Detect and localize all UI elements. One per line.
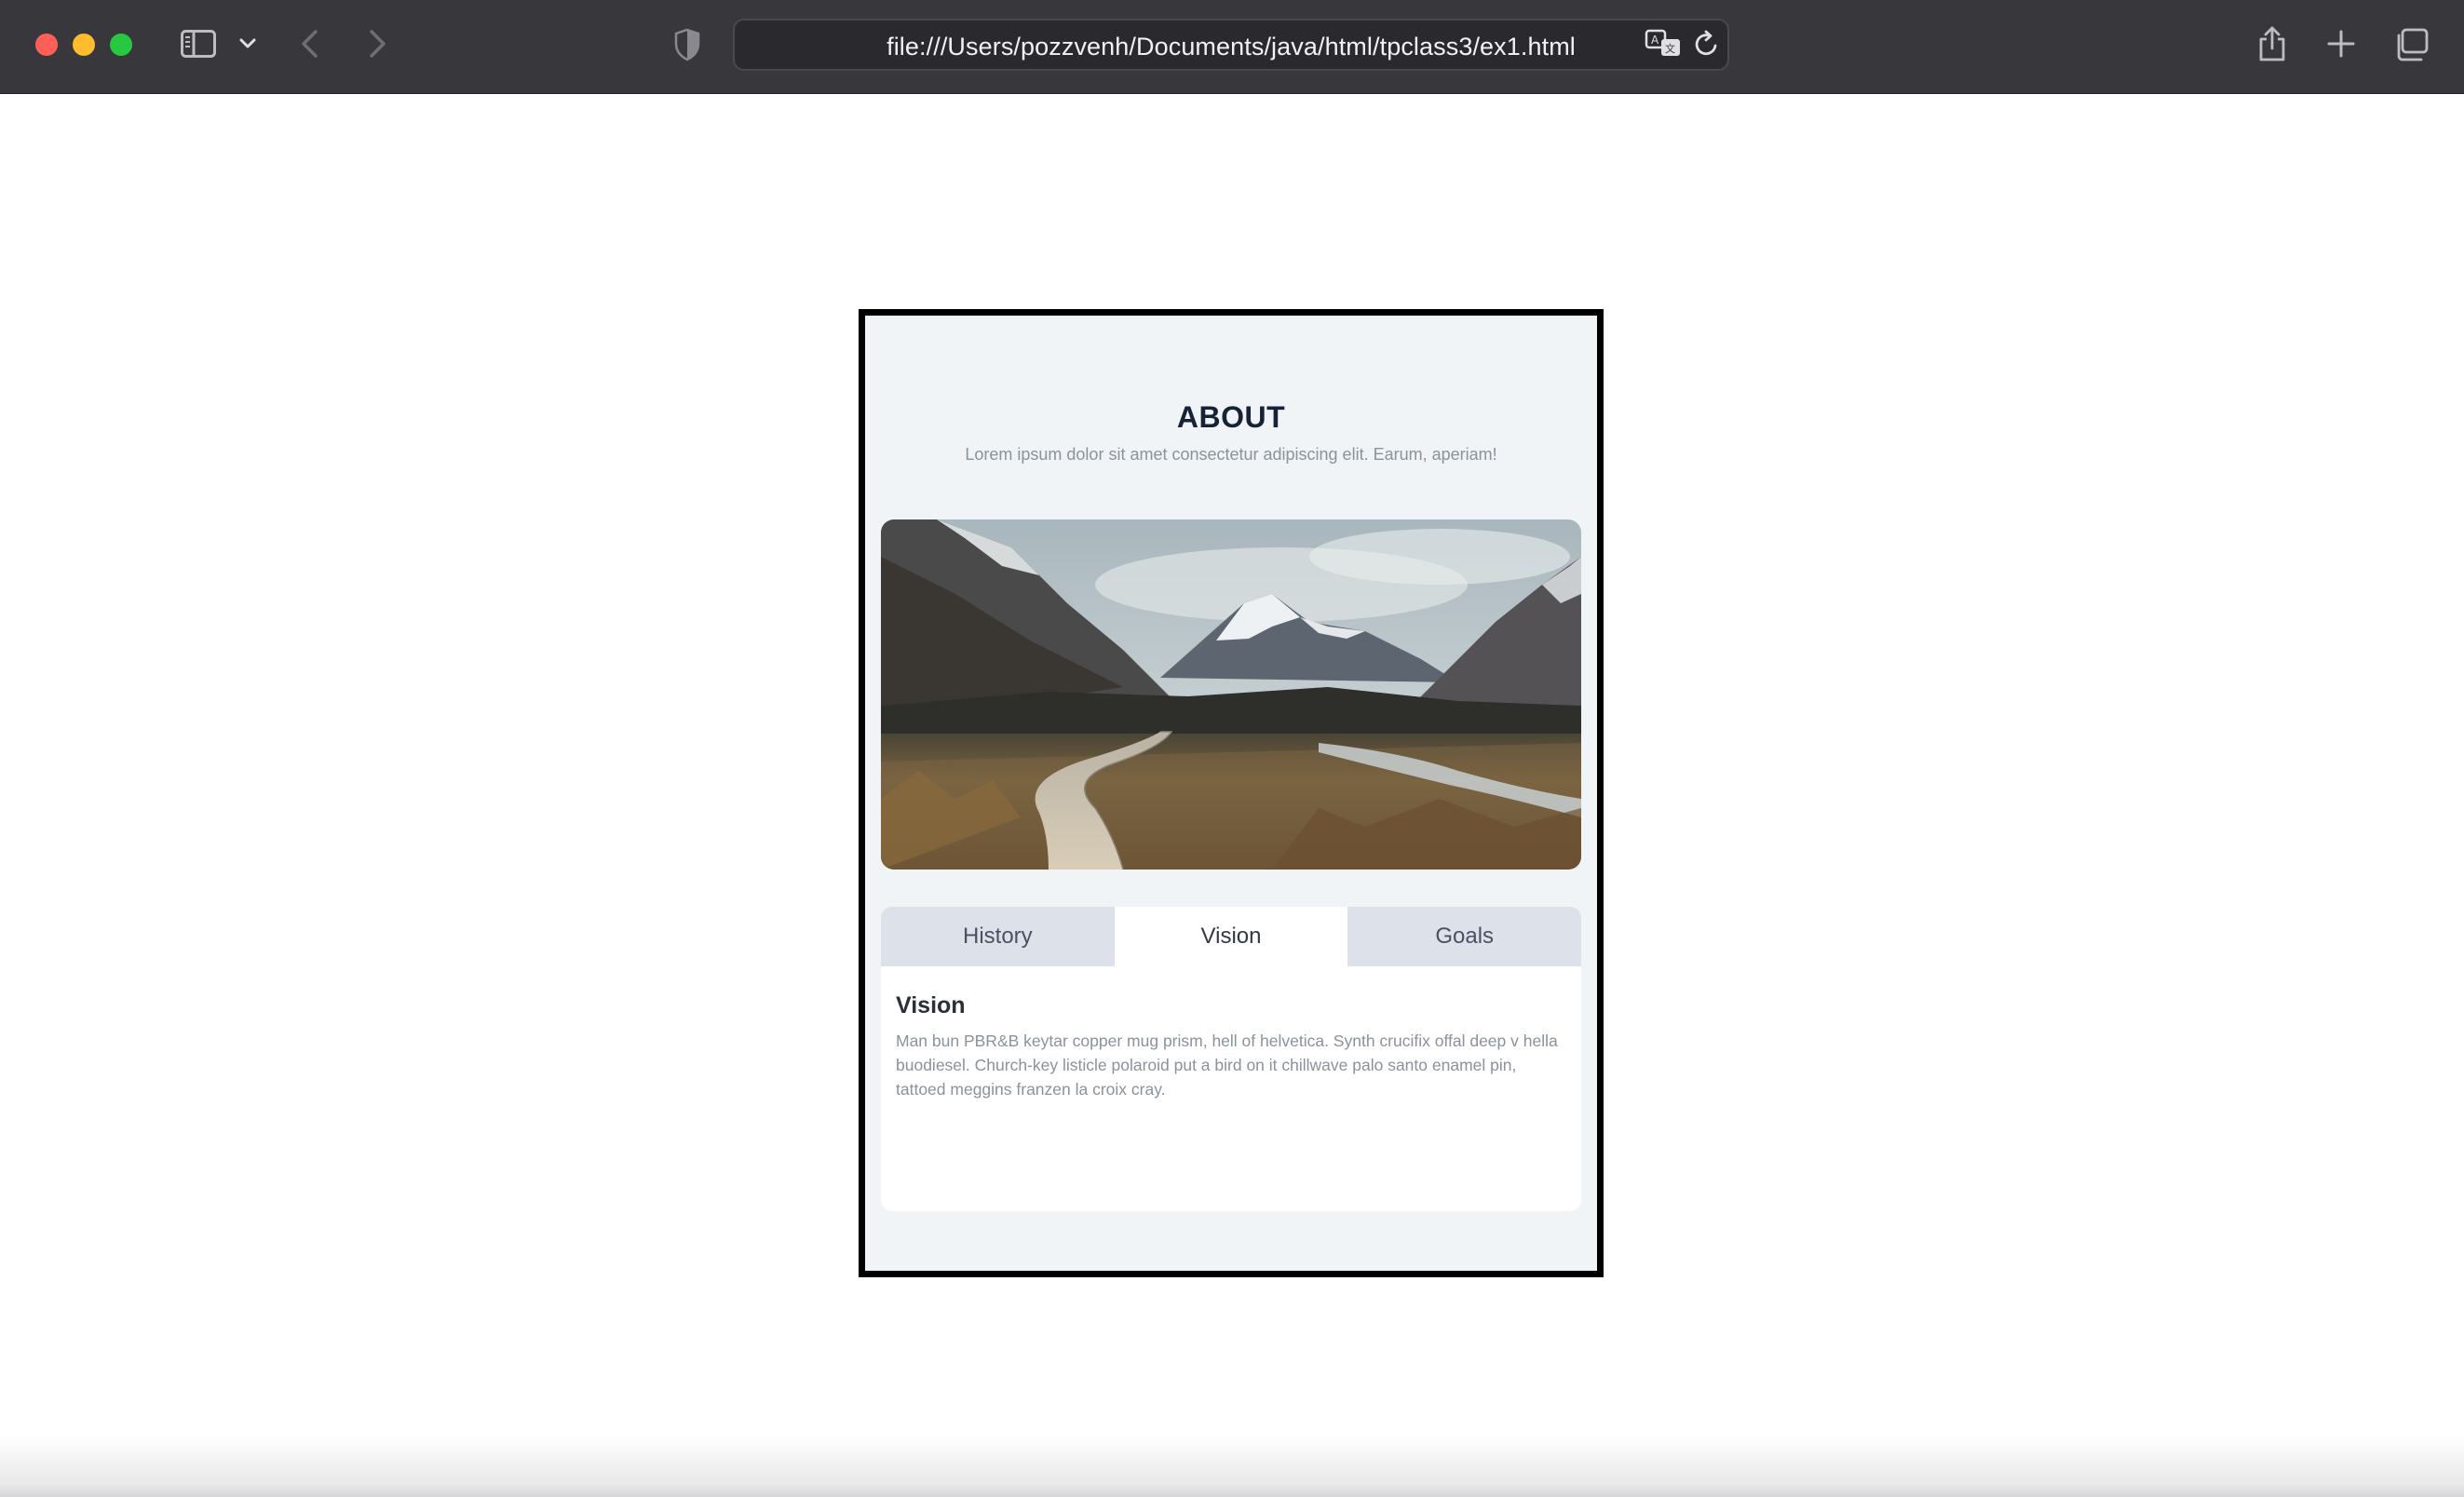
plus-icon[interactable] [2326, 28, 2356, 60]
tabs-overview-icon[interactable] [2393, 28, 2429, 61]
window-maximize-button[interactable] [110, 34, 132, 56]
forward-icon[interactable] [365, 28, 389, 60]
sidebar-icon[interactable] [181, 30, 216, 58]
address-bar[interactable]: file:///Users/pozzvenh/Documents/java/ht… [733, 19, 1729, 71]
panel-text: Man bun PBR&B keytar copper mug prism, h… [896, 1032, 1558, 1099]
window-minimize-button[interactable] [73, 34, 95, 56]
translate-icon[interactable]: A文 [1645, 28, 1684, 60]
share-icon[interactable] [2257, 24, 2287, 63]
mountain-landscape-image [881, 519, 1581, 870]
url-text[interactable]: file:///Users/pozzvenh/Documents/java/ht… [735, 33, 1727, 61]
tab-bar: History Vision Goals [881, 907, 1581, 966]
svg-text:文: 文 [1665, 42, 1675, 55]
svg-text:A: A [1651, 34, 1659, 47]
about-subtitle: Lorem ipsum dolor sit amet consectetur a… [965, 445, 1497, 464]
window-close-button[interactable] [35, 34, 58, 56]
chevron-down-icon[interactable] [238, 34, 257, 54]
tab-vision[interactable]: Vision [1114, 907, 1348, 966]
about-title: ABOUT [1176, 400, 1286, 434]
tab-panel: Vision Man bun PBR&B keytar copper mug p… [881, 966, 1581, 1211]
reload-icon[interactable] [1693, 29, 1721, 59]
panel-title: Vision [896, 992, 966, 1018]
browser-toolbar: file:///Users/pozzvenh/Documents/java/ht… [0, 0, 2464, 94]
tab-goals[interactable]: Goals [1347, 907, 1581, 966]
bottom-edge-shadow [0, 1434, 2464, 1497]
back-icon[interactable] [298, 28, 322, 60]
about-card: ABOUT Lorem ipsum dolor sit amet consect… [859, 309, 1604, 1277]
shield-icon[interactable] [674, 28, 700, 61]
tab-history[interactable]: History [881, 907, 1115, 966]
